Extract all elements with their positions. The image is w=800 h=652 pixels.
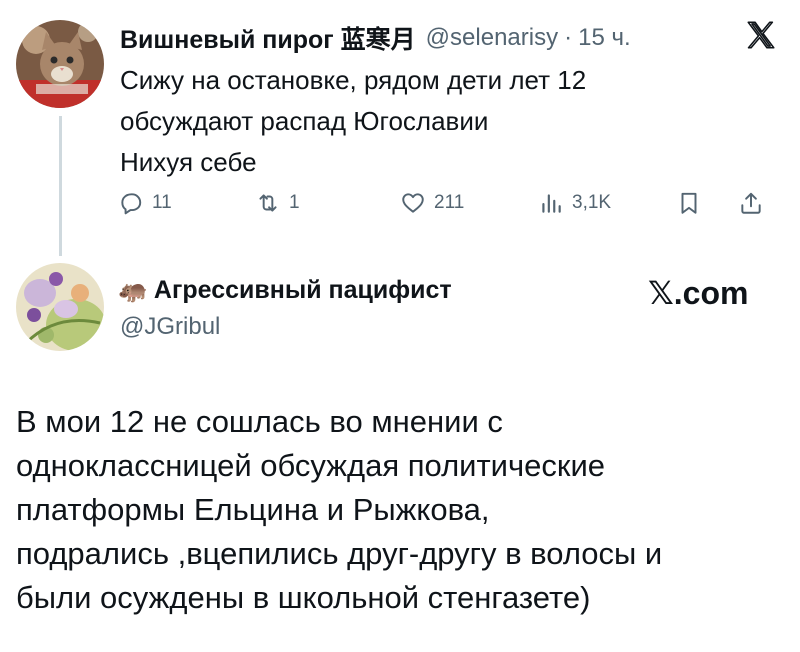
repost-button[interactable]: 1 xyxy=(255,190,300,216)
tweet1-time[interactable]: 15 ч. xyxy=(578,24,631,52)
views-count: 3,1K xyxy=(572,192,612,213)
tweet2-text-line: были осуждены в школьной стенгазете) xyxy=(16,580,591,615)
tweet1-text-line: Нихуя себе xyxy=(120,147,257,177)
tweet1-text: Сижу на остановке, рядом дети лет 12 обс… xyxy=(120,60,740,183)
x-logo-icon xyxy=(747,21,775,49)
share-icon xyxy=(741,192,761,214)
x-com-brand: 𝕏.com xyxy=(648,275,749,311)
repost-count: 1 xyxy=(289,192,300,213)
tweet1-avatar[interactable] xyxy=(16,20,104,108)
tweet2-name-row: 🦛 Агрессивный пацифист xyxy=(118,276,452,305)
tweet1-text-line: Сижу на остановке, рядом дети лет 12 xyxy=(120,65,587,95)
tweet1-separator: · xyxy=(564,24,573,51)
reply-icon xyxy=(121,193,142,215)
reply-count: 11 xyxy=(152,192,172,213)
share-button[interactable] xyxy=(738,190,772,216)
tweet2-text-line: В мои 12 не сошлась во мнении с xyxy=(16,404,503,439)
tweet1-actions: 11 1 211 3,1K xyxy=(118,190,788,220)
tweet2-text-line: одноклассницей обсуждая политические xyxy=(16,448,605,483)
tweet2-text-line: подрались ,вцепились друг-другу в волосы… xyxy=(16,536,663,571)
like-count: 211 xyxy=(434,192,465,213)
tweet2-display-name[interactable]: Агрессивный пацифист xyxy=(154,276,452,305)
tweet2-text: В мои 12 не сошлась во мнении с одноклас… xyxy=(16,400,786,620)
cat-avatar-image xyxy=(16,20,104,108)
bookmark-icon xyxy=(681,192,697,214)
tweet1-text-line: обсуждают распад Югославии xyxy=(120,106,489,136)
bookmark-button[interactable] xyxy=(676,190,710,216)
tweet2-handle[interactable]: @JGribul xyxy=(120,313,220,341)
like-button[interactable]: 211 xyxy=(400,190,464,216)
repost-icon xyxy=(259,194,277,212)
hippo-emoji: 🦛 xyxy=(118,277,148,304)
tweet2-text-line: платформы Ельцина и Рыжкова, xyxy=(16,492,490,527)
reply-button[interactable]: 11 xyxy=(118,190,172,216)
tweet1-handle[interactable]: @selenarisy xyxy=(426,24,558,52)
flower-painting-avatar-image xyxy=(16,263,104,351)
views-button[interactable]: 3,1K xyxy=(538,190,611,216)
heart-icon xyxy=(402,193,424,213)
views-chart-icon xyxy=(542,194,561,213)
thread-line xyxy=(59,116,62,256)
tweet1-display-name[interactable]: Вишневый пирог 蓝寒月 xyxy=(120,20,416,56)
tweet2-avatar[interactable] xyxy=(16,263,104,351)
tweet1-header: Вишневый пирог 蓝寒月 @selenarisy · 15 ч. xyxy=(120,18,631,58)
